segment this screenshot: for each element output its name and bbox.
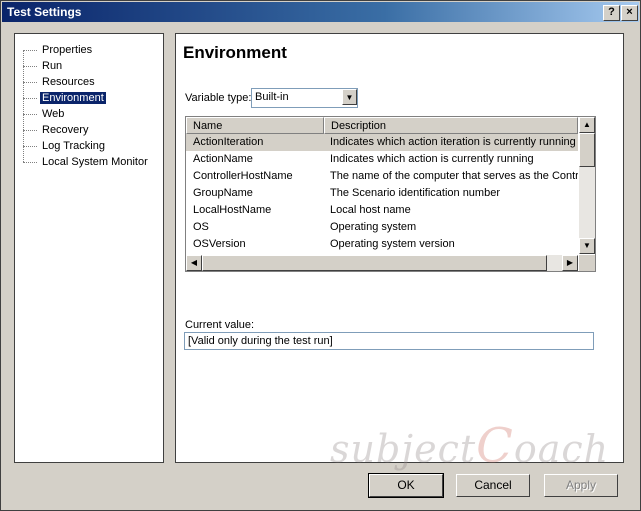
cell-name: ActionName: [193, 153, 253, 165]
cell-description: Local host name: [330, 204, 411, 216]
cell-name: LocalHostName: [193, 204, 272, 216]
cell-description: The Scenario identification number: [330, 187, 500, 199]
scroll-right-icon[interactable]: ▶: [562, 255, 578, 271]
help-button[interactable]: ?: [603, 5, 620, 21]
variables-table: Name Description ActionIteration Indicat…: [185, 116, 596, 272]
current-value-label: Current value:: [185, 319, 255, 331]
ok-button[interactable]: OK: [368, 473, 444, 498]
title-bar[interactable]: Test Settings ? ×: [2, 2, 639, 22]
scroll-corner: [579, 255, 595, 271]
horizontal-scrollbar[interactable]: ◀ ▶: [186, 255, 578, 271]
column-header-description[interactable]: Description: [324, 117, 578, 134]
cell-name: OSVersion: [193, 238, 246, 250]
tree-item-properties[interactable]: Properties: [23, 43, 94, 57]
cell-description: Operating system version: [330, 238, 455, 250]
vertical-scrollbar[interactable]: ▲ ▼: [579, 117, 595, 254]
current-value-field[interactable]: [Valid only during the test run]: [184, 332, 594, 350]
cancel-button[interactable]: Cancel: [456, 474, 530, 497]
column-header-name[interactable]: Name: [186, 117, 324, 134]
cell-description: Indicates which action is currently runn…: [330, 153, 534, 165]
close-button[interactable]: ×: [621, 5, 638, 21]
table-row[interactable]: LocalHostName Local host name: [186, 202, 578, 219]
settings-tree: Properties Run Resources Environment Web…: [14, 33, 164, 463]
variable-type-value: Built-in: [255, 91, 289, 103]
variable-type-select[interactable]: Built-in ▼: [251, 88, 358, 108]
horizontal-scroll-thumb[interactable]: [202, 255, 547, 271]
table-row[interactable]: GroupName The Scenario identification nu…: [186, 185, 578, 202]
cell-description: Operating system: [330, 221, 417, 233]
vertical-scroll-thumb[interactable]: [579, 133, 595, 167]
window-title: Test Settings: [7, 5, 82, 19]
table-row[interactable]: OS Operating system: [186, 219, 578, 236]
tree-item-log-tracking[interactable]: Log Tracking: [23, 139, 107, 153]
scroll-down-icon[interactable]: ▼: [579, 238, 595, 254]
table-row[interactable]: ControllerHostName The name of the compu…: [186, 168, 578, 185]
tree-item-resources[interactable]: Resources: [23, 75, 97, 89]
table-row[interactable]: OSVersion Operating system version: [186, 236, 578, 253]
chevron-down-icon[interactable]: ▼: [342, 89, 357, 105]
subjectcoach-watermark: subjectCoach: [330, 418, 610, 474]
table-row[interactable]: ActionName Indicates which action is cur…: [186, 151, 578, 168]
cell-name: ActionIteration: [193, 136, 264, 148]
page-title: Environment: [183, 43, 287, 62]
cell-name: OS: [193, 221, 209, 233]
cell-description: Indicates which action iteration is curr…: [330, 136, 576, 148]
table-row[interactable]: ActionIteration Indicates which action i…: [186, 134, 578, 151]
tree-item-environment[interactable]: Environment: [23, 91, 106, 105]
cell-name: ControllerHostName: [193, 170, 293, 182]
cell-name: GroupName: [193, 187, 253, 199]
scroll-left-icon[interactable]: ◀: [186, 255, 202, 271]
variable-type-label: Variable type:: [185, 92, 252, 104]
tree-item-run[interactable]: Run: [23, 59, 64, 73]
scroll-up-icon[interactable]: ▲: [579, 117, 595, 133]
apply-button[interactable]: Apply: [544, 474, 618, 497]
tree-item-local-system-monitor[interactable]: Local System Monitor: [23, 155, 150, 169]
cell-description: The name of the computer that serves as …: [330, 170, 578, 182]
tree-item-web[interactable]: Web: [23, 107, 66, 121]
tree-item-recovery[interactable]: Recovery: [23, 123, 90, 137]
